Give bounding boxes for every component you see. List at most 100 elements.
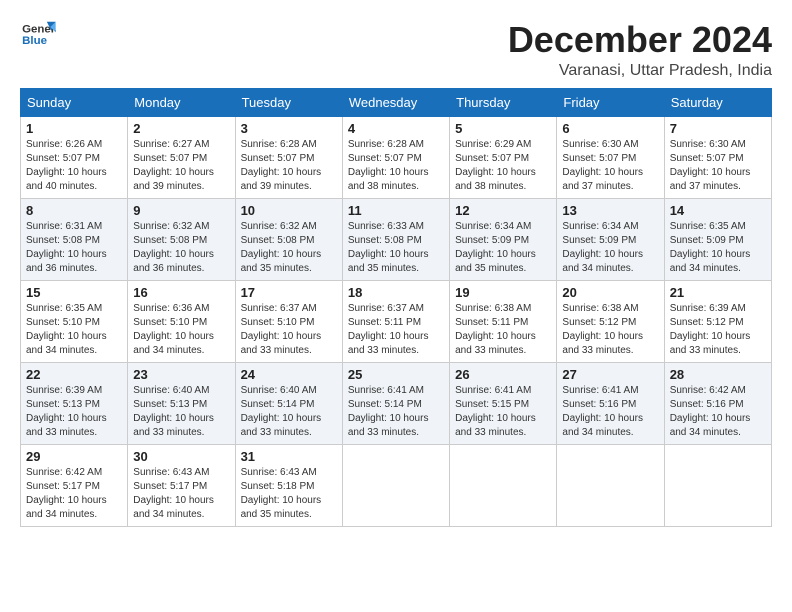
day-number: 23 <box>133 367 229 382</box>
day-detail: Sunrise: 6:35 AMSunset: 5:10 PMDaylight:… <box>26 302 122 358</box>
calendar-cell: 18 Sunrise: 6:37 AMSunset: 5:11 PMDayligh… <box>342 280 449 362</box>
calendar-cell: 9 Sunrise: 6:32 AMSunset: 5:08 PMDaylight… <box>128 198 235 280</box>
day-number: 28 <box>670 367 766 382</box>
day-detail: Sunrise: 6:41 AMSunset: 5:15 PMDaylight:… <box>455 384 551 440</box>
day-detail: Sunrise: 6:37 AMSunset: 5:10 PMDaylight:… <box>241 302 337 358</box>
day-number: 10 <box>241 203 337 218</box>
title-area: December 2024 Varanasi, Uttar Pradesh, I… <box>508 20 772 80</box>
day-detail: Sunrise: 6:39 AMSunset: 5:13 PMDaylight:… <box>26 384 122 440</box>
calendar-cell: 23Sunrise: 6:40 AMSunset: 5:13 PMDayligh… <box>128 362 235 444</box>
day-number: 11 <box>348 203 444 218</box>
day-detail: Sunrise: 6:32 AMSunset: 5:08 PMDaylight:… <box>241 220 337 276</box>
day-number: 31 <box>241 449 337 464</box>
calendar-week-3: 15 Sunrise: 6:35 AMSunset: 5:10 PMDayligh… <box>21 280 772 362</box>
day-number: 20 <box>562 285 658 300</box>
day-detail: Sunrise: 6:32 AMSunset: 5:08 PMDaylight:… <box>133 220 229 276</box>
day-number: 15 <box>26 285 122 300</box>
calendar-cell: 21Sunrise: 6:39 AMSunset: 5:12 PMDayligh… <box>664 280 771 362</box>
calendar-cell <box>342 444 449 526</box>
calendar-cell <box>450 444 557 526</box>
day-number: 17 <box>241 285 337 300</box>
day-number: 6 <box>562 121 658 136</box>
header-tuesday: Tuesday <box>235 88 342 116</box>
location-title: Varanasi, Uttar Pradesh, India <box>508 62 772 80</box>
day-number: 7 <box>670 121 766 136</box>
header-saturday: Saturday <box>664 88 771 116</box>
day-detail: Sunrise: 6:28 AMSunset: 5:07 PMDaylight:… <box>348 138 444 194</box>
calendar-table: SundayMondayTuesdayWednesdayThursdayFrid… <box>20 88 772 527</box>
logo-icon: General Blue <box>20 20 56 50</box>
day-number: 26 <box>455 367 551 382</box>
header-thursday: Thursday <box>450 88 557 116</box>
calendar-cell: 4 Sunrise: 6:28 AMSunset: 5:07 PMDaylight… <box>342 116 449 198</box>
calendar-cell: 14 Sunrise: 6:35 AMSunset: 5:09 PMDayligh… <box>664 198 771 280</box>
calendar-cell: 2 Sunrise: 6:27 AMSunset: 5:07 PMDaylight… <box>128 116 235 198</box>
header-wednesday: Wednesday <box>342 88 449 116</box>
calendar-cell: 5 Sunrise: 6:29 AMSunset: 5:07 PMDaylight… <box>450 116 557 198</box>
day-number: 9 <box>133 203 229 218</box>
page-header: General Blue December 2024 Varanasi, Utt… <box>20 20 772 80</box>
calendar-cell: 24Sunrise: 6:40 AMSunset: 5:14 PMDayligh… <box>235 362 342 444</box>
calendar-cell: 3Sunrise: 6:28 AMSunset: 5:07 PMDaylight… <box>235 116 342 198</box>
day-number: 25 <box>348 367 444 382</box>
calendar-cell: 20 Sunrise: 6:38 AMSunset: 5:12 PMDayligh… <box>557 280 664 362</box>
day-number: 24 <box>241 367 337 382</box>
day-number: 29 <box>26 449 122 464</box>
day-detail: Sunrise: 6:38 AMSunset: 5:12 PMDaylight:… <box>562 302 658 358</box>
day-number: 19 <box>455 285 551 300</box>
day-detail: Sunrise: 6:34 AMSunset: 5:09 PMDaylight:… <box>562 220 658 276</box>
calendar-cell: 12Sunrise: 6:34 AMSunset: 5:09 PMDayligh… <box>450 198 557 280</box>
day-detail: Sunrise: 6:42 AMSunset: 5:16 PMDaylight:… <box>670 384 766 440</box>
day-detail: Sunrise: 6:27 AMSunset: 5:07 PMDaylight:… <box>133 138 229 194</box>
day-number: 4 <box>348 121 444 136</box>
day-number: 27 <box>562 367 658 382</box>
day-number: 2 <box>133 121 229 136</box>
day-detail: Sunrise: 6:33 AMSunset: 5:08 PMDaylight:… <box>348 220 444 276</box>
calendar-cell: 31 Sunrise: 6:43 AMSunset: 5:18 PMDayligh… <box>235 444 342 526</box>
day-number: 3 <box>241 121 337 136</box>
day-detail: Sunrise: 6:38 AMSunset: 5:11 PMDaylight:… <box>455 302 551 358</box>
calendar-cell: 28 Sunrise: 6:42 AMSunset: 5:16 PMDayligh… <box>664 362 771 444</box>
calendar-cell: 1Sunrise: 6:26 AMSunset: 5:07 PMDaylight… <box>21 116 128 198</box>
header-monday: Monday <box>128 88 235 116</box>
calendar-header-row: SundayMondayTuesdayWednesdayThursdayFrid… <box>21 88 772 116</box>
day-number: 1 <box>26 121 122 136</box>
day-detail: Sunrise: 6:36 AMSunset: 5:10 PMDaylight:… <box>133 302 229 358</box>
day-detail: Sunrise: 6:29 AMSunset: 5:07 PMDaylight:… <box>455 138 551 194</box>
calendar-cell: 27 Sunrise: 6:41 AMSunset: 5:16 PMDayligh… <box>557 362 664 444</box>
calendar-cell: 25 Sunrise: 6:41 AMSunset: 5:14 PMDayligh… <box>342 362 449 444</box>
calendar-cell: 26 Sunrise: 6:41 AMSunset: 5:15 PMDayligh… <box>450 362 557 444</box>
day-number: 14 <box>670 203 766 218</box>
logo: General Blue <box>20 20 56 50</box>
day-number: 30 <box>133 449 229 464</box>
day-number: 13 <box>562 203 658 218</box>
day-number: 21 <box>670 285 766 300</box>
header-friday: Friday <box>557 88 664 116</box>
day-detail: Sunrise: 6:37 AMSunset: 5:11 PMDaylight:… <box>348 302 444 358</box>
day-detail: Sunrise: 6:43 AMSunset: 5:17 PMDaylight:… <box>133 466 229 522</box>
calendar-cell: 16 Sunrise: 6:36 AMSunset: 5:10 PMDayligh… <box>128 280 235 362</box>
calendar-cell: 8Sunrise: 6:31 AMSunset: 5:08 PMDaylight… <box>21 198 128 280</box>
calendar-cell: 22 Sunrise: 6:39 AMSunset: 5:13 PMDayligh… <box>21 362 128 444</box>
svg-text:Blue: Blue <box>22 35 47 47</box>
day-number: 8 <box>26 203 122 218</box>
calendar-cell <box>557 444 664 526</box>
day-detail: Sunrise: 6:43 AMSunset: 5:18 PMDaylight:… <box>241 466 337 522</box>
calendar-cell: 30 Sunrise: 6:43 AMSunset: 5:17 PMDayligh… <box>128 444 235 526</box>
calendar-cell: 19 Sunrise: 6:38 AMSunset: 5:11 PMDayligh… <box>450 280 557 362</box>
day-number: 5 <box>455 121 551 136</box>
day-number: 16 <box>133 285 229 300</box>
calendar-week-4: 22 Sunrise: 6:39 AMSunset: 5:13 PMDayligh… <box>21 362 772 444</box>
calendar-cell: 6Sunrise: 6:30 AMSunset: 5:07 PMDaylight… <box>557 116 664 198</box>
calendar-week-2: 8Sunrise: 6:31 AMSunset: 5:08 PMDaylight… <box>21 198 772 280</box>
day-number: 22 <box>26 367 122 382</box>
day-detail: Sunrise: 6:34 AMSunset: 5:09 PMDaylight:… <box>455 220 551 276</box>
calendar-cell: 11 Sunrise: 6:33 AMSunset: 5:08 PMDayligh… <box>342 198 449 280</box>
day-detail: Sunrise: 6:41 AMSunset: 5:16 PMDaylight:… <box>562 384 658 440</box>
day-number: 18 <box>348 285 444 300</box>
calendar-cell: 15 Sunrise: 6:35 AMSunset: 5:10 PMDayligh… <box>21 280 128 362</box>
day-detail: Sunrise: 6:35 AMSunset: 5:09 PMDaylight:… <box>670 220 766 276</box>
calendar-cell: 29Sunrise: 6:42 AMSunset: 5:17 PMDayligh… <box>21 444 128 526</box>
header-sunday: Sunday <box>21 88 128 116</box>
day-detail: Sunrise: 6:41 AMSunset: 5:14 PMDaylight:… <box>348 384 444 440</box>
